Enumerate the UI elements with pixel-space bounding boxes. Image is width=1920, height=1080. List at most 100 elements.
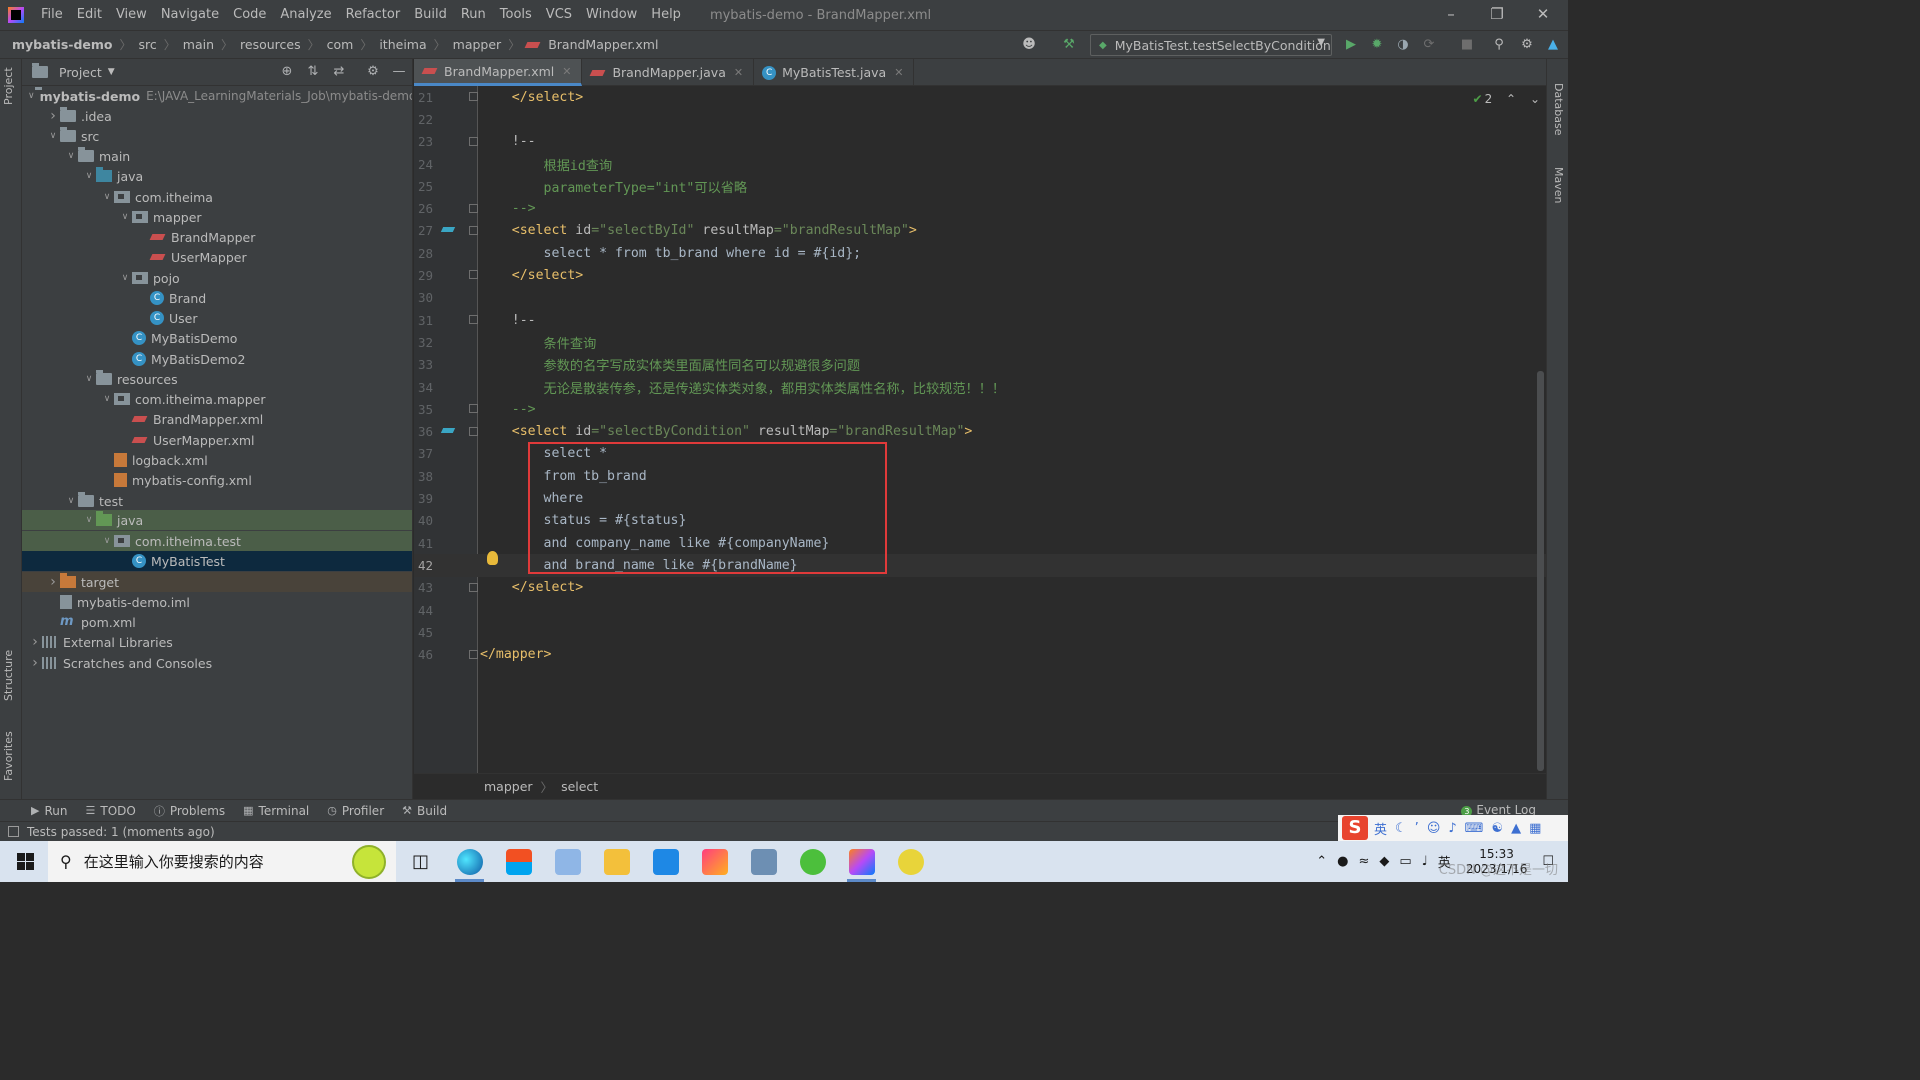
panel-settings-icon[interactable]: ⚙ <box>365 64 381 80</box>
code-line[interactable]: 26 --> <box>414 198 1546 220</box>
chevron-down-icon[interactable]: ∨ <box>82 374 96 384</box>
chevron-down-icon[interactable]: ∨ <box>82 171 96 181</box>
crumb-select-tag[interactable]: select <box>561 779 598 794</box>
code-line[interactable]: 28 select * from tb_brand where id = #{i… <box>414 242 1546 264</box>
tree-item[interactable]: ∨ main <box>22 146 412 166</box>
code-line[interactable]: 35 --> <box>414 398 1546 420</box>
keyboard-icon[interactable]: ⌨ <box>1465 821 1484 836</box>
tree-item[interactable]: › Scratches and Consoles <box>22 653 412 673</box>
project-tool-tab[interactable]: Project <box>2 67 15 105</box>
chevron-down-icon[interactable]: ∨ <box>118 273 132 283</box>
toggle-tool-window-icon[interactable] <box>8 826 19 837</box>
sogou-ime-icon[interactable]: S <box>1342 816 1368 840</box>
chevron-down-icon[interactable]: ∨ <box>46 131 60 141</box>
tree-item[interactable]: › target <box>22 572 412 592</box>
code-line[interactable]: 44 <box>414 599 1546 621</box>
tree-item[interactable]: C Brand <box>22 288 412 308</box>
grid-icon[interactable]: ▦ <box>1529 821 1541 836</box>
crumb-main[interactable]: main <box>181 37 216 52</box>
scrollbar-thumb[interactable] <box>1537 371 1544 771</box>
menu-navigate[interactable]: Navigate <box>154 0 226 30</box>
chevron-up-icon[interactable]: ⌃ <box>1316 854 1327 869</box>
menu-vcs[interactable]: VCS <box>539 0 579 30</box>
chevron-down-icon[interactable]: ▼ <box>108 67 115 77</box>
collapse-all-icon[interactable]: ⇄ <box>331 64 347 80</box>
close-tab-icon[interactable]: ✕ <box>734 66 743 79</box>
todo-tool-tab[interactable]: ☰ TODO <box>76 804 144 818</box>
tree-item[interactable]: logback.xml <box>22 450 412 470</box>
crumb-src[interactable]: src <box>137 37 159 52</box>
tree-item[interactable]: C MyBatisTest <box>22 551 412 571</box>
run-config-select[interactable]: ◆ MyBatisTest.testSelectByCondition ▼ <box>1090 34 1332 56</box>
user-icon[interactable]: ☻ <box>1020 36 1038 54</box>
fold-marker-icon[interactable] <box>469 136 478 146</box>
microphone-icon[interactable]: ♪ <box>1448 821 1456 836</box>
code-line[interactable]: 31 !-- <box>414 309 1546 331</box>
colorful-app-icon[interactable]: ◆ <box>1379 854 1389 869</box>
tree-item[interactable]: ∨ com.itheima.test <box>22 531 412 551</box>
crumb-mapper-tag[interactable]: mapper <box>484 779 533 794</box>
fold-marker-icon[interactable] <box>469 649 478 659</box>
tree-item[interactable]: BrandMapper <box>22 227 412 247</box>
close-tab-icon[interactable]: ✕ <box>894 66 903 79</box>
chevron-right-icon[interactable]: › <box>28 655 42 671</box>
code-line[interactable]: 29 </select> <box>414 264 1546 286</box>
run-tool-tab[interactable]: ▶ Run <box>22 804 76 818</box>
settings-gear-icon[interactable]: ⚙ <box>1518 36 1536 54</box>
tree-item[interactable]: ∨ java <box>22 166 412 186</box>
punctuation-icon[interactable]: ’ <box>1415 821 1419 836</box>
task-view-icon[interactable]: ◫ <box>396 841 445 882</box>
volume-icon[interactable]: ♩ <box>1422 854 1428 869</box>
tab-brandmapper-xml[interactable]: BrandMapper.xml ✕ <box>414 59 583 86</box>
coverage-icon[interactable]: ◑ <box>1394 36 1412 54</box>
tree-item[interactable]: ∨ src <box>22 126 412 146</box>
fold-marker-icon[interactable] <box>469 203 478 213</box>
code-editor[interactable]: 21 </select> 22 23 !-- 24 根据id查询 25 paramete… <box>414 86 1546 773</box>
chevron-down-icon[interactable]: ∨ <box>64 151 78 161</box>
mybatis-navigate-icon[interactable] <box>442 426 456 436</box>
battery-icon[interactable]: ▭ <box>1399 854 1411 869</box>
menu-file[interactable]: File <box>34 0 70 30</box>
crumb-com[interactable]: com <box>325 37 356 52</box>
build-hammer-icon[interactable]: ⚒ <box>1060 36 1078 54</box>
tree-item[interactable]: BrandMapper.xml <box>22 409 412 429</box>
ime-mode[interactable]: 英 <box>1374 819 1387 838</box>
qq-icon[interactable]: ● <box>1337 854 1348 869</box>
fold-marker-icon[interactable] <box>469 315 478 324</box>
wifi-icon[interactable]: ≈ <box>1358 854 1369 869</box>
structure-tool-tab[interactable]: Structure <box>2 650 15 701</box>
windows-start-icon[interactable] <box>0 841 48 882</box>
stop-icon[interactable]: ■ <box>1458 36 1476 54</box>
taskbar-search-box[interactable]: ⚲ 在这里输入你要搜索的内容 <box>48 841 396 882</box>
wechat-icon[interactable] <box>788 841 837 882</box>
menu-build[interactable]: Build <box>407 0 454 30</box>
maven-tool-tab[interactable]: Maven <box>1552 167 1565 203</box>
code-line[interactable]: 45 <box>414 621 1546 643</box>
skin-icon[interactable]: ☯ <box>1491 821 1503 836</box>
run-icon[interactable]: ▶ <box>1342 36 1360 54</box>
tree-item[interactable]: ∨ com.itheima.mapper <box>22 389 412 409</box>
tree-item[interactable]: C MyBatisDemo2 <box>22 349 412 369</box>
tab-mybatistest-java[interactable]: C MyBatisTest.java ✕ <box>754 59 915 86</box>
intention-bulb-icon[interactable] <box>487 551 498 565</box>
chevron-down-icon[interactable]: ∨ <box>118 212 132 222</box>
menu-code[interactable]: Code <box>226 0 273 30</box>
code-line[interactable]: 24 根据id查询 <box>414 153 1546 175</box>
tree-item[interactable]: UserMapper.xml <box>22 430 412 450</box>
fold-marker-icon[interactable] <box>469 404 478 414</box>
menu-run[interactable]: Run <box>454 0 493 30</box>
menu-refactor[interactable]: Refactor <box>339 0 408 30</box>
problems-tool-tab[interactable]: ⓘ Problems <box>145 803 234 819</box>
network-app-icon[interactable] <box>739 841 788 882</box>
intellij-taskbar-icon[interactable] <box>837 841 886 882</box>
tree-item[interactable]: ∨ com.itheima <box>22 187 412 207</box>
tab-brandmapper-java[interactable]: BrandMapper.java ✕ <box>582 59 755 86</box>
shortcut-app-icon[interactable] <box>641 841 690 882</box>
code-line[interactable]: 30 <box>414 287 1546 309</box>
chevron-up-icon[interactable]: ⌃ <box>1506 92 1516 106</box>
moon-icon[interactable]: ☾ <box>1395 821 1407 836</box>
edge-browser-icon[interactable] <box>445 841 494 882</box>
code-line[interactable]: 46 </mapper> <box>414 644 1546 666</box>
profiler-tool-tab[interactable]: ◷ Profiler <box>318 804 393 818</box>
code-line[interactable]: 32 条件查询 <box>414 331 1546 353</box>
